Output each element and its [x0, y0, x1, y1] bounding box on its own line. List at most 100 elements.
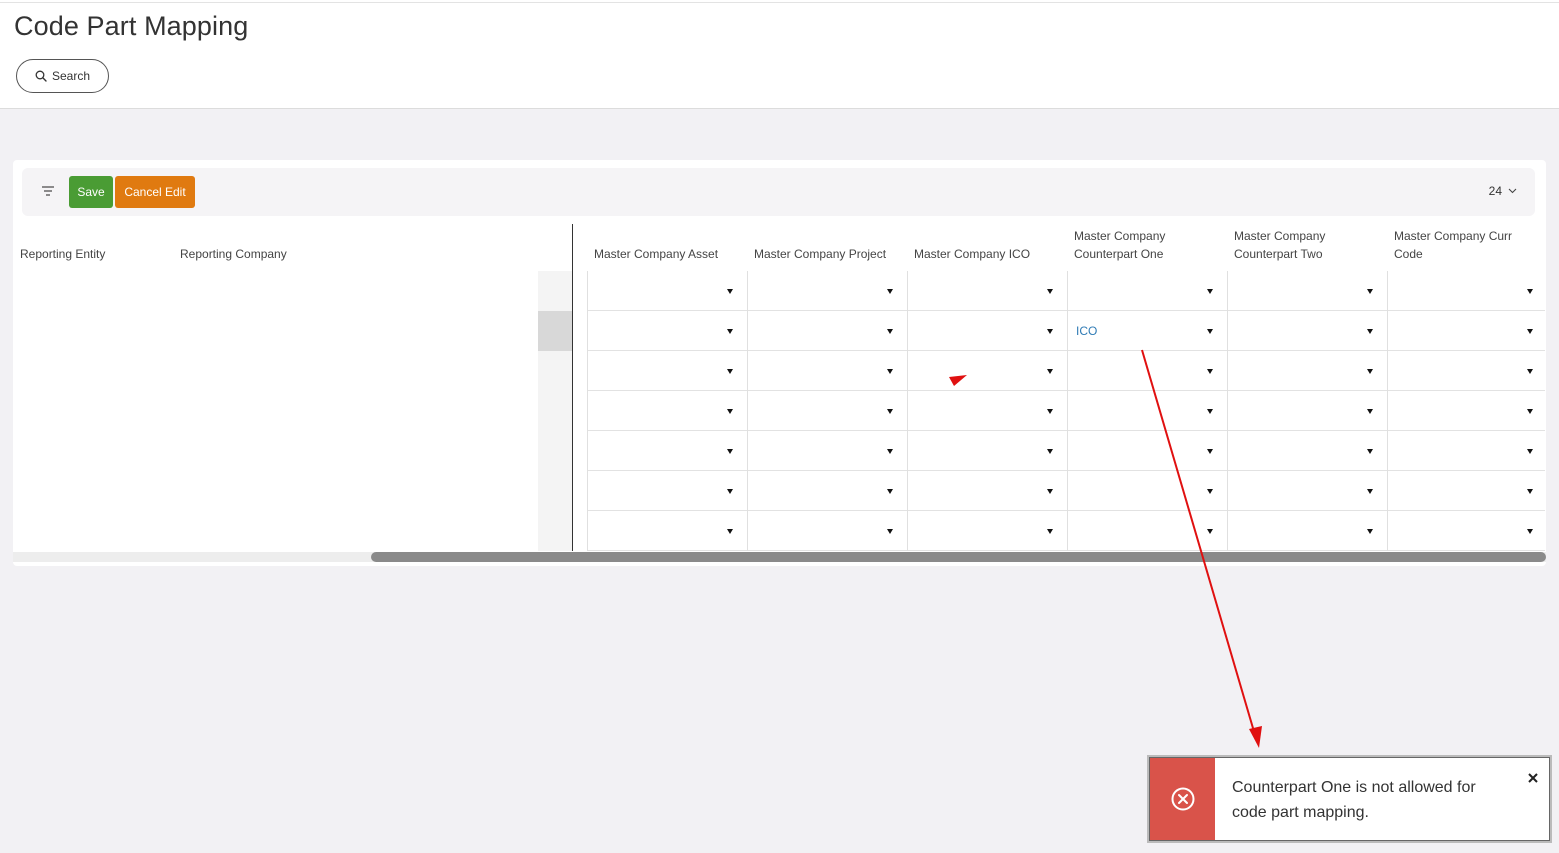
selected-row-indicator[interactable]	[538, 311, 572, 351]
caret-down-icon[interactable]	[887, 449, 893, 454]
column-header-master-company-ico[interactable]: Master Company ICO	[914, 245, 1030, 263]
caret-down-icon[interactable]	[887, 529, 893, 534]
dropdown-cell[interactable]	[907, 511, 1067, 551]
caret-down-icon[interactable]	[727, 529, 733, 534]
dropdown-cell[interactable]	[1067, 471, 1227, 511]
caret-down-icon[interactable]	[1207, 409, 1213, 414]
caret-down-icon[interactable]	[727, 329, 733, 334]
caret-down-icon[interactable]	[1527, 369, 1533, 374]
dropdown-cell[interactable]	[747, 511, 907, 551]
caret-down-icon[interactable]	[727, 449, 733, 454]
caret-down-icon[interactable]	[1367, 369, 1373, 374]
dropdown-cell[interactable]	[587, 471, 747, 511]
filter-icon[interactable]	[41, 185, 55, 197]
dropdown-cell[interactable]	[1067, 431, 1227, 471]
dropdown-cell[interactable]	[747, 471, 907, 511]
caret-down-icon[interactable]	[727, 489, 733, 494]
dropdown-cell[interactable]	[1387, 391, 1547, 431]
caret-down-icon[interactable]	[887, 329, 893, 334]
column-header-master-company-curr-code[interactable]: Master Company Curr Code	[1394, 227, 1512, 263]
caret-down-icon[interactable]	[1367, 489, 1373, 494]
dropdown-cell[interactable]	[907, 431, 1067, 471]
dropdown-cell[interactable]	[1067, 271, 1227, 311]
dropdown-cell[interactable]	[1387, 351, 1547, 391]
dropdown-cell[interactable]	[587, 511, 747, 551]
caret-down-icon[interactable]	[1207, 369, 1213, 374]
dropdown-cell[interactable]	[1387, 431, 1547, 471]
search-button[interactable]: Search	[16, 59, 109, 93]
caret-down-icon[interactable]	[1047, 289, 1053, 294]
caret-down-icon[interactable]	[1207, 489, 1213, 494]
column-header-reporting-company[interactable]: Reporting Company	[180, 245, 287, 263]
dropdown-cell[interactable]	[747, 311, 907, 351]
dropdown-cell[interactable]	[587, 271, 747, 311]
caret-down-icon[interactable]	[1047, 449, 1053, 454]
dropdown-cell[interactable]	[587, 391, 747, 431]
dropdown-cell[interactable]	[1227, 271, 1387, 311]
caret-down-icon[interactable]	[1207, 449, 1213, 454]
dropdown-cell[interactable]	[1227, 391, 1387, 431]
caret-down-icon[interactable]	[887, 289, 893, 294]
dropdown-cell[interactable]	[1067, 511, 1227, 551]
caret-down-icon[interactable]	[1047, 529, 1053, 534]
dropdown-cell[interactable]	[1387, 471, 1547, 511]
dropdown-cell[interactable]	[1387, 311, 1547, 351]
caret-down-icon[interactable]	[1527, 289, 1533, 294]
column-header-master-company-asset[interactable]: Master Company Asset	[594, 245, 718, 263]
caret-down-icon[interactable]	[1367, 409, 1373, 414]
dropdown-cell[interactable]	[587, 431, 747, 471]
caret-down-icon[interactable]	[1367, 529, 1373, 534]
caret-down-icon[interactable]	[727, 369, 733, 374]
dropdown-cell[interactable]	[587, 351, 747, 391]
caret-down-icon[interactable]	[887, 489, 893, 494]
caret-down-icon[interactable]	[727, 409, 733, 414]
caret-down-icon[interactable]	[1527, 449, 1533, 454]
close-icon[interactable]	[1527, 772, 1539, 784]
dropdown-cell[interactable]	[1387, 271, 1547, 311]
caret-down-icon[interactable]	[1527, 529, 1533, 534]
dropdown-cell[interactable]	[907, 471, 1067, 511]
dropdown-cell[interactable]	[1067, 351, 1227, 391]
dropdown-cell[interactable]: ICO	[1067, 311, 1227, 351]
dropdown-cell[interactable]	[1227, 351, 1387, 391]
dropdown-cell[interactable]	[1227, 311, 1387, 351]
save-button[interactable]: Save	[69, 176, 113, 208]
caret-down-icon[interactable]	[1207, 529, 1213, 534]
caret-down-icon[interactable]	[1047, 489, 1053, 494]
dropdown-cell[interactable]	[907, 351, 1067, 391]
dropdown-cell[interactable]	[587, 311, 747, 351]
page-size-select[interactable]: 24	[1489, 184, 1517, 198]
dropdown-cell[interactable]	[907, 311, 1067, 351]
caret-down-icon[interactable]	[1367, 329, 1373, 334]
column-header-master-company-project[interactable]: Master Company Project	[754, 245, 886, 263]
caret-down-icon[interactable]	[1367, 289, 1373, 294]
caret-down-icon[interactable]	[1527, 409, 1533, 414]
caret-down-icon[interactable]	[887, 409, 893, 414]
horizontal-scrollbar-thumb[interactable]	[371, 552, 1546, 562]
dropdown-cell[interactable]	[747, 271, 907, 311]
column-header-master-company-counterpart-two[interactable]: Master Company Counterpart Two	[1234, 227, 1325, 263]
cancel-edit-button[interactable]: Cancel Edit	[115, 176, 195, 208]
dropdown-cell[interactable]	[747, 391, 907, 431]
dropdown-cell[interactable]	[907, 391, 1067, 431]
caret-down-icon[interactable]	[1207, 329, 1213, 334]
column-header-master-company-counterpart-one[interactable]: Master Company Counterpart One	[1074, 227, 1165, 263]
caret-down-icon[interactable]	[1047, 329, 1053, 334]
caret-down-icon[interactable]	[1527, 489, 1533, 494]
caret-down-icon[interactable]	[887, 369, 893, 374]
caret-down-icon[interactable]	[1047, 369, 1053, 374]
caret-down-icon[interactable]	[1367, 449, 1373, 454]
dropdown-cell[interactable]	[907, 271, 1067, 311]
caret-down-icon[interactable]	[1207, 289, 1213, 294]
dropdown-cell[interactable]	[1387, 511, 1547, 551]
dropdown-cell[interactable]	[747, 431, 907, 471]
dropdown-cell[interactable]	[1067, 391, 1227, 431]
dropdown-cell[interactable]	[1227, 471, 1387, 511]
caret-down-icon[interactable]	[727, 289, 733, 294]
dropdown-cell[interactable]	[1227, 431, 1387, 471]
column-header-reporting-entity[interactable]: Reporting Entity	[20, 245, 105, 263]
caret-down-icon[interactable]	[1527, 329, 1533, 334]
dropdown-cell[interactable]	[747, 351, 907, 391]
caret-down-icon[interactable]	[1047, 409, 1053, 414]
dropdown-cell[interactable]	[1227, 511, 1387, 551]
